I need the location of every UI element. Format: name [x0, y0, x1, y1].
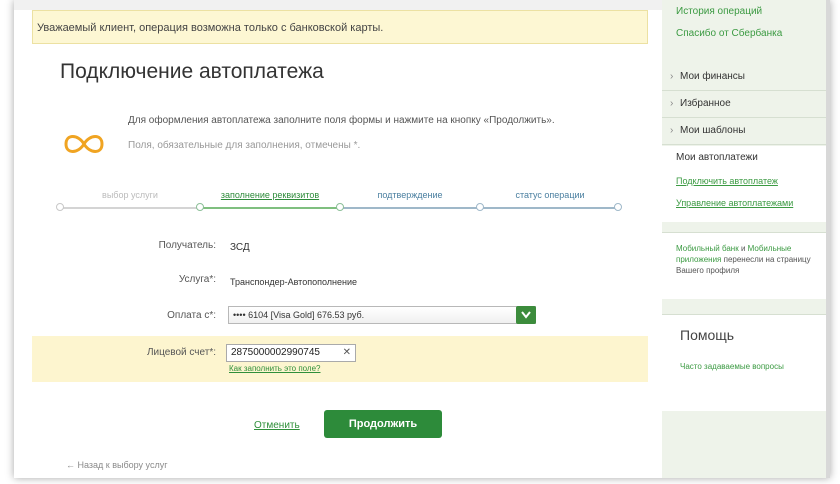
- mobile-bank-and: и: [738, 244, 748, 253]
- sidebar-item-finances[interactable]: Мои финансы: [662, 64, 830, 91]
- window-edge: [826, 0, 830, 478]
- step-dot: [614, 203, 622, 211]
- sidebar-menu: Мои финансы Избранное Мои шаблоны: [662, 64, 830, 145]
- step-label-1: выбор услуги: [102, 190, 158, 200]
- account-number-value: 2875000002990745: [231, 347, 320, 358]
- mobile-bank-link[interactable]: Мобильный банк: [676, 244, 739, 253]
- recipient-value: ЗСД: [230, 242, 250, 253]
- continue-button[interactable]: Продолжить: [324, 410, 442, 438]
- history-link[interactable]: История операций: [676, 6, 762, 17]
- sidebar-item-autopay[interactable]: Мои автоплатежи: [676, 152, 758, 163]
- step-dot: [56, 203, 64, 211]
- back-to-services-link[interactable]: ← Назад к выбору услуг: [66, 460, 167, 470]
- account-number-input[interactable]: 2875000002990745 ✕: [226, 344, 356, 362]
- sidebar-autopay-section: Мои автоплатежи Подключить автоплатеж Уп…: [662, 146, 830, 222]
- service-value: Транспондер-Автопополнение: [230, 277, 357, 287]
- step-dot: [196, 203, 204, 211]
- account-help-link[interactable]: Как заполнить это поле?: [229, 364, 321, 373]
- required-note: Поля, обязательные для заполнения, отмеч…: [128, 140, 361, 151]
- payment-card-value: •••• 6104 [Visa Gold] 676.53 руб.: [233, 310, 365, 320]
- step-label-2: заполнение реквизитов: [220, 190, 320, 200]
- autopay-loop-icon: [64, 135, 104, 153]
- step-line-done: [60, 207, 200, 209]
- progress-steps: выбор услуги заполнение реквизитов подтв…: [56, 186, 622, 218]
- sidebar-item-templates[interactable]: Мои шаблоны: [662, 118, 830, 145]
- page-title: Подключение автоплатежа: [60, 60, 324, 83]
- account-label: Лицевой счет*:: [146, 347, 216, 358]
- spasibo-link[interactable]: Спасибо от Сбербанка: [676, 28, 782, 39]
- sidebar-item-favorites[interactable]: Избранное: [662, 91, 830, 118]
- payment-card-select[interactable]: •••• 6104 [Visa Gold] 676.53 руб.: [228, 306, 536, 324]
- step-dot: [476, 203, 484, 211]
- intro-text: Для оформления автоплатежа заполните пол…: [128, 115, 555, 126]
- step-label-4: статус операции: [515, 190, 585, 200]
- alert-text: Уважаемый клиент, операция возможна толь…: [37, 22, 384, 34]
- help-title: Помощь: [680, 327, 735, 343]
- clear-icon[interactable]: ✕: [343, 345, 351, 361]
- faq-link[interactable]: Часто задаваемые вопросы: [680, 361, 790, 372]
- dropdown-button[interactable]: [516, 306, 536, 324]
- step-label-3: подтверждение: [377, 190, 443, 200]
- step-line-active: [200, 207, 340, 209]
- mobile-bank-text: Мобильный банк и Мобильные приложения пе…: [676, 243, 821, 276]
- browser-frame: Уважаемый клиент, операция возможна толь…: [14, 0, 830, 478]
- chevron-down-icon: [521, 311, 531, 319]
- step-dot: [336, 203, 344, 211]
- payment-label: Оплата с*:: [167, 310, 216, 321]
- service-label: Услуга*:: [178, 274, 216, 285]
- alert-banner: Уважаемый клиент, операция возможна толь…: [32, 10, 648, 44]
- right-sidebar: История операций Спасибо от Сбербанка Мо…: [662, 0, 830, 478]
- connect-autopay-link[interactable]: Подключить автоплатеж: [676, 176, 778, 186]
- manage-autopay-link[interactable]: Управление автоплатежами: [676, 198, 793, 208]
- mobile-bank-card: Мобильный банк и Мобильные приложения пе…: [662, 232, 830, 299]
- recipient-label: Получатель:: [158, 240, 216, 251]
- cancel-link[interactable]: Отменить: [254, 420, 300, 431]
- help-card: Помощь Часто задаваемые вопросы: [662, 314, 830, 411]
